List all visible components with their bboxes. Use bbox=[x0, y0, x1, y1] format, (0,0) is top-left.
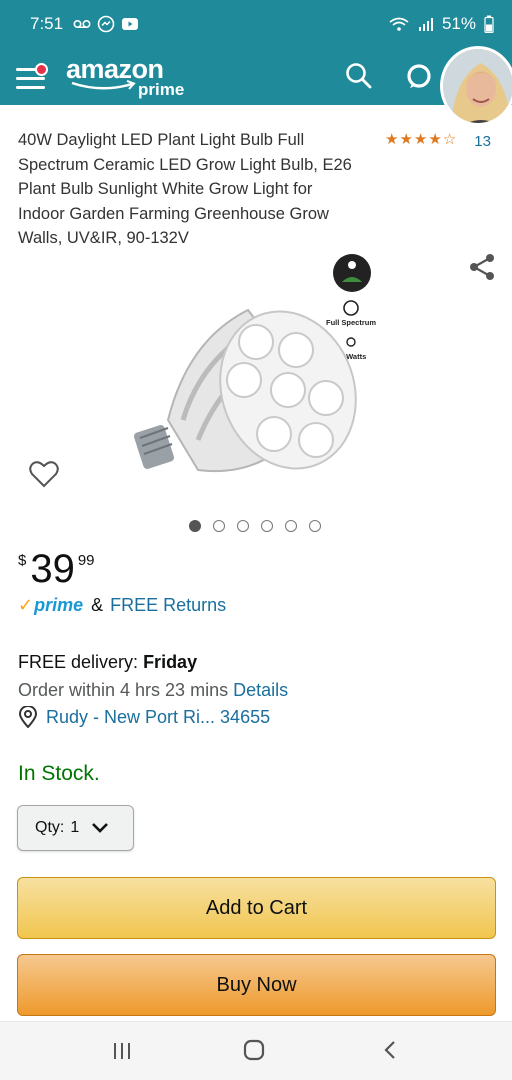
app-header: amazon prime bbox=[0, 48, 512, 105]
search-button[interactable] bbox=[344, 61, 374, 91]
details-link[interactable]: Details bbox=[233, 680, 288, 700]
amazon-prime-logo[interactable]: amazon prime bbox=[66, 54, 196, 100]
star-icon: ★ bbox=[428, 131, 442, 148]
add-to-cart-button[interactable]: Add to Cart bbox=[17, 877, 496, 939]
order-within-text: Order within 4 hrs 23 mins bbox=[18, 680, 229, 700]
recent-apps-button[interactable] bbox=[112, 1042, 132, 1060]
spectrum-label: Full Spectrum bbox=[326, 318, 376, 327]
share-button[interactable] bbox=[466, 252, 498, 282]
home-icon bbox=[243, 1039, 265, 1061]
battery-percent: 51% bbox=[441, 14, 476, 33]
youtube-icon bbox=[122, 18, 139, 30]
carousel-dot[interactable] bbox=[261, 520, 273, 532]
image-carousel-dots bbox=[189, 520, 321, 532]
product-image[interactable]: Full Spectrum 40 Watts bbox=[128, 250, 388, 490]
menu-button[interactable] bbox=[14, 58, 50, 92]
messenger-icon bbox=[97, 15, 115, 33]
price-fraction: 99 bbox=[77, 552, 95, 569]
system-nav-bar bbox=[0, 1021, 512, 1080]
back-icon bbox=[384, 1041, 395, 1059]
rating-count[interactable]: 13 bbox=[474, 131, 491, 153]
home-button[interactable] bbox=[243, 1039, 265, 1061]
delivery-info: FREE delivery: Friday bbox=[18, 652, 197, 673]
carousel-dot[interactable] bbox=[309, 520, 321, 532]
price-whole: 39 bbox=[30, 547, 75, 591]
alexa-icon bbox=[407, 64, 431, 88]
heart-icon bbox=[29, 461, 59, 488]
avatar[interactable] bbox=[440, 46, 512, 126]
wifi-icon bbox=[389, 17, 409, 31]
price-symbol: $ bbox=[18, 552, 27, 569]
prime-check-icon: ✓ bbox=[18, 595, 34, 615]
stock-status: In Stock. bbox=[18, 762, 100, 785]
carousel-dot[interactable] bbox=[285, 520, 297, 532]
delivery-location[interactable]: Rudy - New Port Ri... 34655 bbox=[18, 706, 270, 728]
star-icon: ★ bbox=[399, 131, 413, 148]
prime-label: prime bbox=[34, 595, 84, 615]
price: $ 39 99 bbox=[18, 547, 95, 591]
back-button[interactable] bbox=[380, 1039, 400, 1061]
rating-stars: ★ ★ ★ ★ ☆ bbox=[385, 131, 456, 149]
smile-arrow-icon bbox=[71, 80, 136, 90]
location-text: Rudy - New Port Ri... 34655 bbox=[46, 706, 271, 727]
rating[interactable]: ★ ★ ★ ★ ☆ 13 bbox=[385, 131, 491, 153]
status-time: 7:51 bbox=[30, 14, 64, 33]
recent-apps-icon bbox=[114, 1043, 130, 1059]
voicemail-icon bbox=[73, 19, 91, 29]
notification-icons bbox=[73, 15, 139, 33]
buy-now-button[interactable]: Buy Now bbox=[17, 954, 496, 1016]
share-icon bbox=[470, 254, 494, 280]
carousel-dot[interactable] bbox=[237, 520, 249, 532]
status-bar: 7:51 51% bbox=[0, 0, 512, 48]
star-icon: ★ bbox=[413, 131, 428, 148]
quantity-label: Qty: bbox=[35, 819, 65, 836]
location-pin-icon bbox=[18, 706, 38, 728]
delivery-label: FREE delivery: bbox=[18, 652, 139, 672]
free-returns-link[interactable]: FREE Returns bbox=[110, 595, 226, 616]
order-within: Order within 4 hrs 23 mins Details bbox=[18, 680, 288, 701]
ampersand: & bbox=[91, 595, 104, 615]
quantity-selector[interactable]: Qty: 1 bbox=[17, 805, 134, 851]
quantity-value: 1 bbox=[70, 819, 80, 836]
status-right: 51% bbox=[388, 14, 494, 34]
half-star-icon: ☆ bbox=[442, 131, 457, 148]
signal-icon bbox=[418, 18, 433, 31]
prime-badge: ✓ prime bbox=[18, 595, 83, 616]
alexa-button[interactable] bbox=[403, 60, 435, 92]
chevron-down-icon bbox=[92, 823, 109, 833]
notification-dot bbox=[35, 63, 48, 76]
search-icon bbox=[346, 63, 372, 89]
product-title[interactable]: 40W Daylight LED Plant Light Bulb Full S… bbox=[18, 128, 353, 251]
logo-prime-text: prime bbox=[138, 80, 185, 99]
star-icon: ★ bbox=[385, 131, 399, 148]
wishlist-button[interactable] bbox=[28, 458, 60, 490]
carousel-dot[interactable] bbox=[213, 520, 225, 532]
prime-returns-row: ✓ prime & FREE Returns bbox=[18, 595, 226, 616]
carousel-dot[interactable] bbox=[189, 520, 201, 532]
battery-icon bbox=[484, 15, 494, 33]
delivery-day: Friday bbox=[143, 652, 198, 672]
